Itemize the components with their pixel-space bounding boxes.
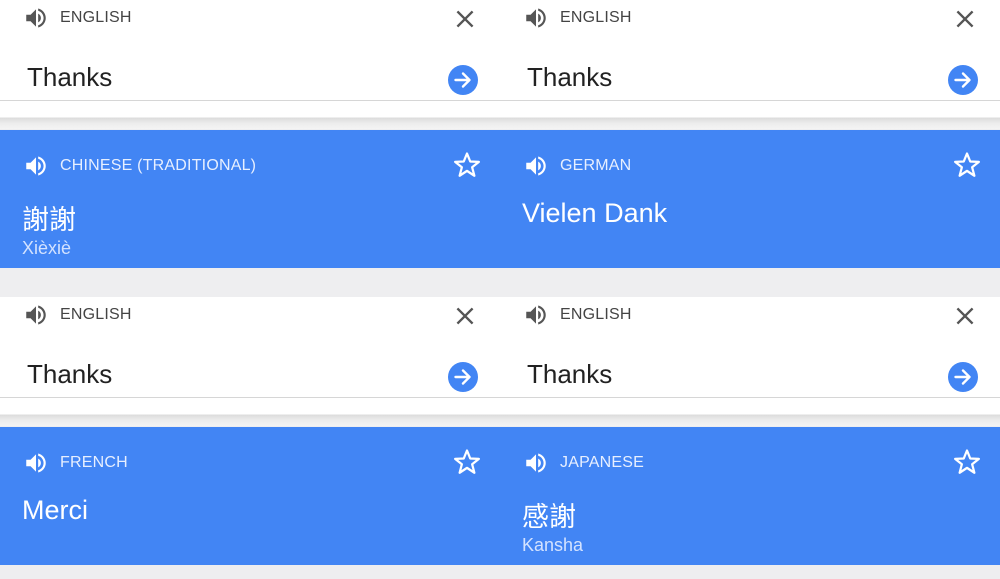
translation-text: 感謝 xyxy=(522,502,576,532)
source-lang-label[interactable]: ENGLISH xyxy=(560,306,632,324)
input-text[interactable]: Thanks xyxy=(27,359,112,390)
target-lang-row: CHINESE (TRADITIONAL) xyxy=(22,153,256,179)
result-card: GERMAN Vielen Dank xyxy=(500,130,1000,268)
divider xyxy=(500,398,1000,426)
source-lang-row: ENGLISH xyxy=(22,302,132,328)
input-text[interactable]: Thanks xyxy=(527,359,612,390)
translation-panel-4: ENGLISH Thanks JAPANESE 感謝 Kansha xyxy=(500,297,1000,579)
target-lang-row: FRENCH xyxy=(22,450,128,476)
transliteration-text: Kansha xyxy=(522,535,584,555)
target-lang-label[interactable]: GERMAN xyxy=(560,157,631,175)
divider xyxy=(500,101,1000,129)
input-card: ENGLISH Thanks xyxy=(0,0,500,101)
star-icon[interactable] xyxy=(452,447,482,477)
arrow-right-icon[interactable] xyxy=(447,64,479,96)
arrow-right-icon[interactable] xyxy=(947,361,979,393)
star-icon[interactable] xyxy=(952,150,982,180)
speaker-icon[interactable] xyxy=(22,5,50,31)
source-lang-row: ENGLISH xyxy=(522,302,632,328)
source-lang-row: ENGLISH xyxy=(522,5,632,31)
speaker-icon[interactable] xyxy=(522,302,550,328)
source-lang-label[interactable]: ENGLISH xyxy=(560,9,632,27)
divider xyxy=(0,101,500,129)
translation-panel-3: ENGLISH Thanks FRENCH Merci xyxy=(0,297,500,579)
close-icon[interactable] xyxy=(452,6,478,32)
result-card: JAPANESE 感謝 Kansha xyxy=(500,427,1000,565)
speaker-icon[interactable] xyxy=(22,302,50,328)
input-card: ENGLISH Thanks xyxy=(500,297,1000,398)
close-icon[interactable] xyxy=(452,303,478,329)
target-lang-row: JAPANESE xyxy=(522,450,644,476)
close-icon[interactable] xyxy=(952,303,978,329)
transliteration-text: Xièxiè xyxy=(22,238,72,258)
source-lang-label[interactable]: ENGLISH xyxy=(60,306,132,324)
speaker-icon[interactable] xyxy=(522,153,550,179)
input-text[interactable]: Thanks xyxy=(27,62,112,93)
target-lang-label[interactable]: FRENCH xyxy=(60,454,128,472)
translation-text: Vielen Dank xyxy=(522,198,668,228)
input-card: ENGLISH Thanks xyxy=(500,0,1000,101)
target-lang-label[interactable]: CHINESE (TRADITIONAL) xyxy=(60,157,256,175)
target-lang-row: GERMAN xyxy=(522,153,631,179)
close-icon[interactable] xyxy=(952,6,978,32)
star-icon[interactable] xyxy=(952,447,982,477)
source-lang-label[interactable]: ENGLISH xyxy=(60,9,132,27)
target-lang-label[interactable]: JAPANESE xyxy=(560,454,644,472)
translation-panel-1: ENGLISH Thanks CHINESE (TRADITIONAL) 謝謝 … xyxy=(0,0,500,282)
source-lang-row: ENGLISH xyxy=(22,5,132,31)
star-icon[interactable] xyxy=(452,150,482,180)
result-card: CHINESE (TRADITIONAL) 謝謝 Xièxiè xyxy=(0,130,500,268)
arrow-right-icon[interactable] xyxy=(947,64,979,96)
speaker-icon[interactable] xyxy=(522,5,550,31)
input-text[interactable]: Thanks xyxy=(527,62,612,93)
speaker-icon[interactable] xyxy=(22,153,50,179)
translation-panel-2: ENGLISH Thanks GERMAN Vielen Dank xyxy=(500,0,1000,282)
arrow-right-icon[interactable] xyxy=(447,361,479,393)
input-card: ENGLISH Thanks xyxy=(0,297,500,398)
result-card: FRENCH Merci xyxy=(0,427,500,565)
speaker-icon[interactable] xyxy=(522,450,550,476)
divider xyxy=(0,398,500,426)
speaker-icon[interactable] xyxy=(22,450,50,476)
translation-text: 謝謝 xyxy=(22,205,76,235)
translation-text: Merci xyxy=(22,495,88,525)
